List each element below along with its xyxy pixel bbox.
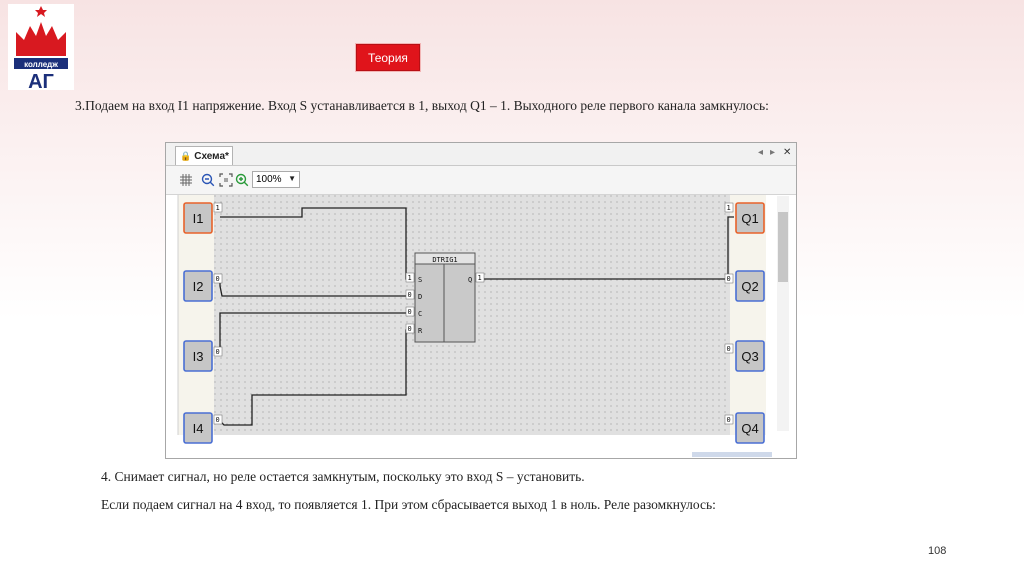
zoom-in-icon[interactable] — [234, 172, 250, 188]
pin-s-value: 1 — [408, 274, 412, 282]
block-name: DTRIG1 — [432, 256, 457, 264]
schema-editor-window: 🔒 Схема* ◂ ▸ ✕ 100% ▼ DTRIG1 S D C R Q 1… — [165, 142, 797, 459]
dtrig-block[interactable]: DTRIG1 S D C R Q 1 0 0 0 1 — [405, 252, 485, 343]
tab-schema-label: Схема* — [194, 150, 229, 162]
horizontal-scrollbar[interactable] — [692, 452, 772, 457]
pin-c-value: 0 — [408, 308, 412, 316]
input-i2-value: 0 — [216, 275, 220, 283]
chevron-down-icon: ▼ — [288, 174, 296, 183]
tab-bar: 🔒 Схема* ◂ ▸ ✕ — [166, 143, 796, 166]
output-q1-label: Q1 — [741, 211, 758, 226]
input-i1-value: 1 — [216, 204, 220, 212]
tab-next-icon[interactable]: ▸ — [770, 147, 775, 158]
output-q2-label: Q2 — [741, 279, 758, 294]
logo-sub: АГ — [28, 71, 54, 90]
zoom-select[interactable]: 100% ▼ — [252, 171, 300, 188]
input-i1-label: I1 — [193, 211, 204, 226]
output-q1-value: 1 — [727, 204, 731, 212]
zoom-out-icon[interactable] — [200, 172, 216, 188]
pin-d: D — [418, 293, 422, 301]
theory-button[interactable]: Теория — [356, 44, 420, 71]
input-i2-label: I2 — [193, 279, 204, 294]
logo-text: колледж — [24, 60, 58, 69]
input-i3-value: 0 — [216, 348, 220, 356]
pin-q-value: 1 — [478, 274, 482, 282]
tab-schema[interactable]: 🔒 Схема* — [175, 146, 233, 165]
output-q3-label: Q3 — [741, 349, 758, 364]
output-q4-label: Q4 — [741, 421, 758, 436]
paragraph-step5: Если подаем сигнал на 4 вход, то появляе… — [101, 497, 716, 512]
pin-c: C — [418, 310, 422, 318]
college-logo: колледж АГ — [8, 4, 74, 90]
page-number: 108 — [928, 545, 947, 557]
zoom-fit-icon[interactable] — [218, 172, 234, 188]
zoom-value: 100% — [256, 174, 282, 185]
pin-d-value: 0 — [408, 291, 412, 299]
paragraph-step4: 4. Снимает сигнал, но реле остается замк… — [101, 469, 585, 484]
pin-q: Q — [468, 276, 472, 284]
output-q4-value: 0 — [727, 416, 731, 424]
schema-canvas[interactable]: DTRIG1 S D C R Q 1 0 0 0 1 I1 1 I2 0 I3 … — [166, 195, 796, 459]
input-i3-label: I3 — [193, 349, 204, 364]
output-q3-value: 0 — [727, 345, 731, 353]
pin-r-value: 0 — [408, 325, 412, 333]
output-q2-value: 0 — [727, 275, 731, 283]
tab-prev-icon[interactable]: ◂ — [758, 147, 763, 158]
grid-icon[interactable] — [178, 172, 194, 188]
scrollbar-thumb[interactable] — [778, 212, 788, 282]
paragraph-step3: 3.Подаем на вход I1 напряжение. Вход S у… — [75, 98, 769, 113]
toolbar: 100% ▼ — [166, 166, 796, 195]
input-i4-label: I4 — [193, 421, 204, 436]
close-icon[interactable]: ✕ — [783, 147, 791, 158]
input-i4-value: 0 — [216, 416, 220, 424]
lock-icon: 🔒 — [180, 150, 192, 161]
pin-s: S — [418, 276, 422, 284]
vertical-scrollbar[interactable] — [777, 196, 789, 431]
